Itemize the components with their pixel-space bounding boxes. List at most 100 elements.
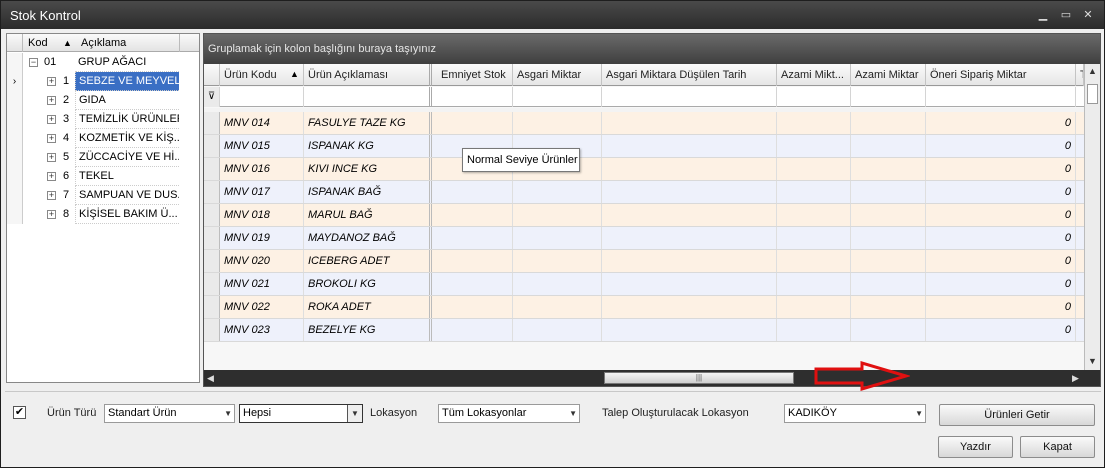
col-asgari-miktar[interactable]: Asgari Miktar [513,64,602,86]
cell [513,204,602,226]
tree-item-desc: GIDA [75,91,179,110]
close-button[interactable]: Kapat [1020,436,1095,458]
row-indicator [204,250,220,272]
row-indicator [204,319,220,341]
horizontal-scrollbar[interactable]: ◀ ||| ▶ [204,370,1100,386]
maximize-icon[interactable]: ▭ [1059,8,1073,22]
table-row[interactable]: MNV 020 ICEBERG ADET 0 [204,250,1084,273]
tree-item-1[interactable]: › + 1 SEBZE VE MEYVELER [7,72,199,91]
vertical-scroll-thumb[interactable] [1087,84,1098,104]
filter-cell[interactable] [437,87,513,107]
col-oneri-siparis[interactable]: Öneri Sipariş Miktar [926,64,1076,86]
chevron-down-icon: ▼ [224,409,232,418]
expand-icon[interactable]: + [47,191,56,200]
row-indicator [7,110,23,129]
cell [777,250,851,272]
expand-icon[interactable]: + [47,77,56,86]
cell [851,112,926,134]
cell [851,250,926,272]
horizontal-scroll-thumb[interactable]: ||| [604,372,794,384]
cell-code: MNV 015 [220,135,304,157]
tree-item-3[interactable]: + 3 TEMİZLİK ÜRÜNLERİ [7,110,199,129]
tree-item-4[interactable]: + 4 KOZMETİK VE KİŞ... [7,129,199,148]
cell [437,250,513,272]
expand-icon[interactable]: + [47,134,56,143]
filter-cell[interactable] [513,87,602,107]
tree-item-5[interactable]: + 5 ZÜCCACİYE VE Hİ... [7,148,199,167]
table-row[interactable]: MNV 022 ROKA ADET 0 [204,296,1084,319]
table-row[interactable]: MNV 018 MARUL BAĞ 0 [204,204,1084,227]
filter-cell[interactable] [602,87,777,107]
col-truncated[interactable]: T [1076,64,1084,86]
tree-item-code: 6 [63,170,70,182]
expand-icon[interactable]: + [47,153,56,162]
get-products-button[interactable]: Ürünleri Getir [939,404,1095,426]
filter-cell[interactable] [220,87,304,107]
col-azami-mikt[interactable]: Azami Mikt... [777,64,851,86]
tree-header-code[interactable]: Kod [28,37,48,49]
row-indicator [7,129,23,148]
expand-icon[interactable]: + [47,115,56,124]
col-urun-aciklamasi[interactable]: Ürün Açıklaması [304,64,432,86]
tree-item-code: 4 [63,132,70,144]
expand-icon[interactable]: + [47,210,56,219]
lokasyon-select[interactable]: Tüm Lokasyonlar ▼ [438,404,580,423]
print-button[interactable]: Yazdır [938,436,1013,458]
table-row[interactable]: MNV 023 BEZELYE KG 0 [204,319,1084,342]
col-emniyet-stok[interactable]: Emniyet Stok [437,64,513,86]
cell [513,181,602,203]
tree-item-7[interactable]: + 7 SAMPUAN VE DUS... [7,186,199,205]
table-row[interactable]: MNV 019 MAYDANOZ BAĞ 0 [204,227,1084,250]
group-tree[interactable]: Kod ▲ Açıklama − 01 GRUP AĞACI › + 1 SEB… [6,33,200,383]
cell [777,204,851,226]
filter-checkbox[interactable]: ✔ [13,406,26,419]
cell-code: MNV 022 [220,296,304,318]
cell [602,158,777,180]
minimize-icon[interactable]: ▁ [1036,8,1050,22]
table-row[interactable]: MNV 014 FASULYE TAZE KG 0 [204,112,1084,135]
table-row[interactable]: MNV 016 KIVI INCE KG 0 [204,158,1084,181]
tree-root-row[interactable]: − 01 GRUP AĞACI [7,53,199,72]
urun-turu-select[interactable]: Standart Ürün ▼ [104,404,235,423]
cell [437,227,513,249]
tree-item-8[interactable]: + 8 KİŞİSEL BAKIM Ü... [7,205,199,224]
collapse-icon[interactable]: − [29,58,38,67]
tooltip: Normal Seviye Ürünler [462,148,580,172]
group-by-panel[interactable]: Gruplamak için kolon başlığını buraya ta… [204,34,1100,64]
table-row[interactable]: MNV 015 ISPANAK KG 0 [204,135,1084,158]
tree-item-2[interactable]: + 2 GIDA [7,91,199,110]
filter-cell[interactable] [777,87,851,107]
cell [437,296,513,318]
talep-lokasyon-select[interactable]: KADIKÖY ▼ [784,404,926,423]
col-azami-miktar[interactable]: Azami Miktar [851,64,926,86]
scroll-down-icon[interactable]: ▼ [1088,356,1097,366]
cell [513,250,602,272]
col-asgari-tarih[interactable]: Asgari Miktara Düşülen Tarih [602,64,777,86]
filter-cell[interactable] [851,87,926,107]
vertical-scrollbar[interactable]: ▲ ▼ [1084,64,1100,370]
scroll-right-icon[interactable]: ▶ [1072,373,1079,384]
filter-cell[interactable] [304,87,432,107]
scroll-left-icon[interactable]: ◀ [207,373,214,384]
hepsi-select[interactable]: Hepsi ▼ [239,404,363,423]
product-grid[interactable]: Gruplamak için kolon başlığını buraya ta… [203,33,1101,387]
table-row[interactable]: MNV 021 BROKOLI KG 0 [204,273,1084,296]
cell-desc: BEZELYE KG [304,319,432,341]
cell [513,296,602,318]
cell-code: MNV 018 [220,204,304,226]
expand-icon[interactable]: + [47,172,56,181]
filter-row[interactable]: ⊽ [204,87,1084,107]
tree-item-6[interactable]: + 6 TEKEL [7,167,199,186]
close-icon[interactable]: ✕ [1081,8,1095,22]
table-row[interactable]: MNV 017 ISPANAK BAĞ 0 [204,181,1084,204]
scroll-up-icon[interactable]: ▲ [1088,66,1097,76]
tree-item-desc: TEMİZLİK ÜRÜNLERİ [75,110,179,129]
expand-icon[interactable]: + [47,96,56,105]
filter-cell[interactable] [926,87,1076,107]
filter-icon[interactable]: ⊽ [204,87,220,107]
cell-oneri: 0 [926,227,1076,249]
cell-oneri: 0 [926,273,1076,295]
row-indicator [204,227,220,249]
tree-root-desc: GRUP AĞACI [75,53,179,72]
tree-header-desc[interactable]: Açıklama [81,37,126,49]
